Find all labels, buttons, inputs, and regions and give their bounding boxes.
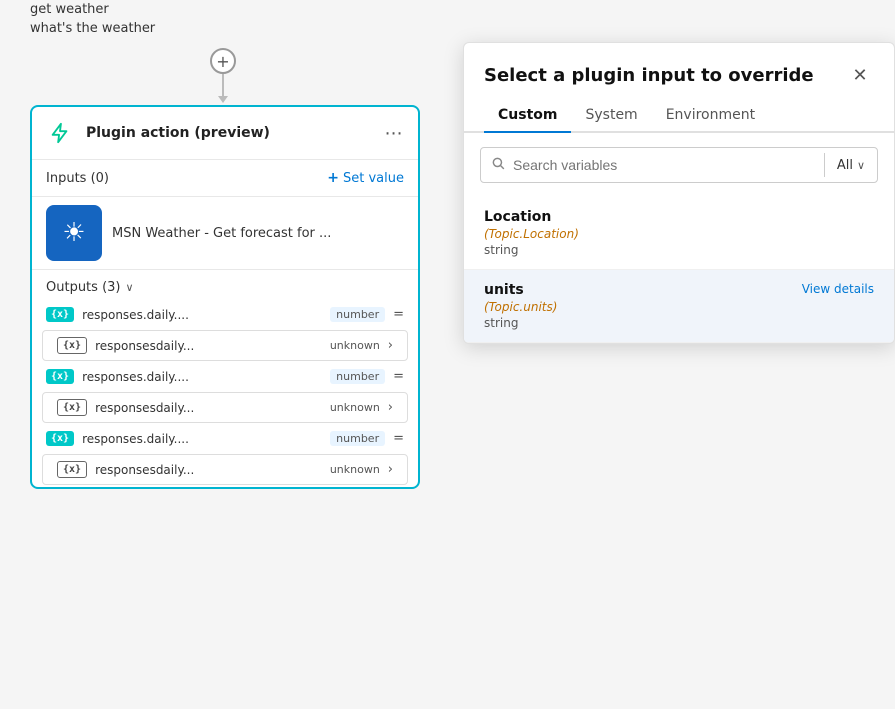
tab-custom-label: Custom: [498, 107, 557, 123]
plus-circle-button[interactable]: +: [210, 48, 236, 74]
all-dropdown-button[interactable]: All ∨: [825, 150, 877, 181]
plugin-input-panel: Select a plugin input to override ✕ Cust…: [463, 42, 895, 344]
msn-weather-label: MSN Weather - Get forecast for ...: [112, 226, 331, 241]
all-label: All: [837, 158, 853, 173]
output-type-3: number: [330, 369, 385, 384]
variable-item-units[interactable]: units (Topic.units) string View details: [464, 270, 894, 343]
close-icon: ✕: [852, 65, 867, 86]
panel-title: Select a plugin input to override: [484, 65, 814, 86]
tab-system-label: System: [585, 107, 637, 123]
dropdown-chevron-icon: ∨: [857, 159, 865, 172]
outputs-section-header[interactable]: Outputs (3) ∨: [32, 269, 418, 301]
variable-units-header: units (Topic.units) string View details: [484, 282, 874, 330]
output-name-6: responsesdaily...: [95, 463, 322, 477]
var-badge-4: {x}: [57, 399, 87, 416]
plugin-card-title: Plugin action (preview): [86, 125, 372, 141]
output-name-5: responses.daily....: [82, 432, 322, 446]
inputs-row: Inputs (0) + Set value: [32, 160, 418, 196]
trigger-text-list: get weather what's the weather: [30, 0, 155, 36]
connector-line-top: [222, 74, 224, 96]
equals-5: =: [393, 431, 404, 446]
output-name-1: responses.daily....: [82, 308, 322, 322]
panel-header: Select a plugin input to override ✕: [464, 43, 894, 99]
var-badge-1: {x}: [46, 307, 74, 322]
panel-tabs: Custom System Environment: [464, 99, 894, 133]
tab-environment[interactable]: Environment: [652, 99, 769, 133]
plugin-lightning-icon: [44, 117, 76, 149]
output-name-4: responsesdaily...: [95, 401, 322, 415]
view-details-link[interactable]: View details: [802, 282, 874, 296]
tab-system[interactable]: System: [571, 99, 651, 133]
var-badge-3: {x}: [46, 369, 74, 384]
inputs-label: Inputs (0): [46, 171, 109, 186]
add-connector[interactable]: +: [210, 48, 236, 103]
search-icon: [491, 156, 505, 174]
output-type-6: unknown: [330, 463, 380, 476]
var-badge-5: {x}: [46, 431, 74, 446]
output-row-4-light[interactable]: {x} responsesdaily... unknown ›: [42, 392, 408, 423]
tab-environment-label: Environment: [666, 107, 755, 123]
msn-weather-icon: ☀: [46, 205, 102, 261]
output-type-1: number: [330, 307, 385, 322]
set-value-plus-icon: +: [327, 170, 339, 186]
equals-3: =: [393, 369, 404, 384]
menu-dots-icon: ⋯: [385, 123, 404, 144]
variable-units-info: units (Topic.units) string: [484, 282, 557, 330]
plugin-card-header: Plugin action (preview) ⋯: [32, 107, 418, 160]
output-row-6-light[interactable]: {x} responsesdaily... unknown ›: [42, 454, 408, 485]
output-type-4: unknown: [330, 401, 380, 414]
variable-name-units: units: [484, 282, 557, 298]
panel-close-button[interactable]: ✕: [846, 61, 874, 89]
plugin-action-card: Plugin action (preview) ⋯ Inputs (0) + S…: [30, 105, 420, 489]
variable-item-location[interactable]: Location (Topic.Location) string: [464, 197, 894, 270]
output-row-1-teal: {x} responses.daily.... number =: [32, 301, 418, 328]
output-row-2-light[interactable]: {x} responsesdaily... unknown ›: [42, 330, 408, 361]
output-name-2: responsesdaily...: [95, 339, 322, 353]
search-input-wrap: [481, 148, 824, 182]
variable-topic-location: (Topic.Location): [484, 227, 874, 241]
output-row-5-teal: {x} responses.daily.... number =: [32, 425, 418, 452]
set-value-label: Set value: [343, 171, 404, 186]
search-bar[interactable]: All ∨: [480, 147, 878, 183]
outputs-label-text: Outputs (3): [46, 280, 120, 295]
variable-topic-units: (Topic.units): [484, 300, 557, 314]
arrow-down-icon: [218, 96, 228, 103]
var-badge-2: {x}: [57, 337, 87, 354]
chevron-right-6: ›: [388, 462, 393, 477]
equals-1: =: [393, 307, 404, 322]
msn-weather-row: ☀ MSN Weather - Get forecast for ...: [32, 196, 418, 269]
trigger-text-2: what's the weather: [30, 21, 155, 36]
variable-type-location: string: [484, 243, 874, 257]
chevron-right-4: ›: [388, 400, 393, 415]
tab-custom[interactable]: Custom: [484, 99, 571, 133]
search-input[interactable]: [513, 157, 814, 173]
variable-type-units: string: [484, 316, 557, 330]
outputs-chevron-icon: ∨: [125, 281, 133, 294]
plus-icon: +: [216, 52, 229, 71]
plugin-menu-button[interactable]: ⋯: [382, 121, 406, 145]
output-row-3-teal: {x} responses.daily.... number =: [32, 363, 418, 390]
set-value-button[interactable]: + Set value: [327, 170, 404, 186]
output-name-3: responses.daily....: [82, 370, 322, 384]
trigger-text-1: get weather: [30, 2, 155, 17]
sun-icon: ☀: [62, 218, 85, 248]
output-type-2: unknown: [330, 339, 380, 352]
output-type-5: number: [330, 431, 385, 446]
variable-name-location: Location: [484, 209, 874, 225]
var-badge-6: {x}: [57, 461, 87, 478]
chevron-right-2: ›: [388, 338, 393, 353]
